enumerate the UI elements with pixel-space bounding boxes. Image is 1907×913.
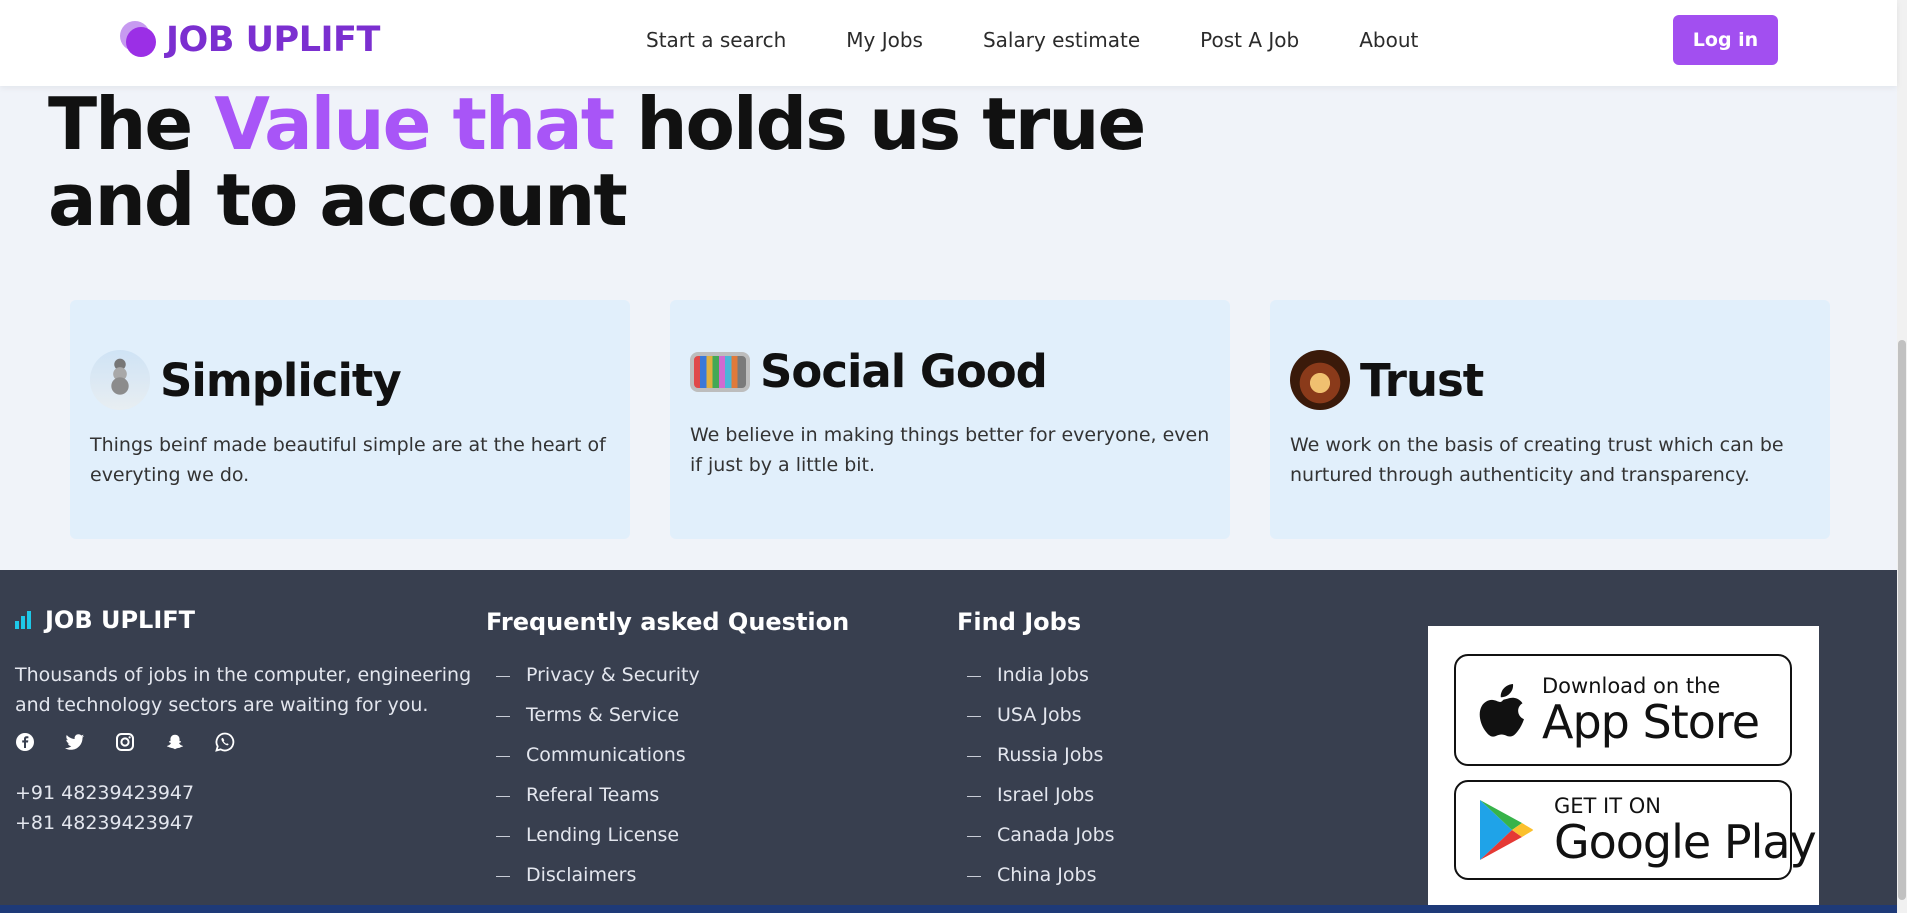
card-title: Trust xyxy=(1360,353,1484,407)
card-title: Social Good xyxy=(760,345,1048,398)
navbar: JOB UPLIFT Start a search My Jobs Salary… xyxy=(0,0,1897,86)
job-link[interactable]: China Jobs xyxy=(957,864,1115,904)
login-button[interactable]: Log in xyxy=(1673,15,1778,65)
job-link[interactable]: Russia Jobs xyxy=(957,744,1115,784)
nav-about[interactable]: About xyxy=(1359,28,1418,52)
apple-icon xyxy=(1478,680,1530,740)
faq-link[interactable]: Communications xyxy=(486,744,700,784)
trust-icon xyxy=(1290,350,1350,410)
value-card-social-good: Social Good We believe in making things … xyxy=(670,300,1230,539)
heading-part-1: The xyxy=(48,82,215,166)
stones-icon xyxy=(90,350,150,410)
google-play-icon xyxy=(1478,798,1534,862)
bar-chart-icon xyxy=(15,611,33,629)
people-icon xyxy=(690,351,750,392)
brand-name: JOB UPLIFT xyxy=(166,20,380,60)
dash-icon xyxy=(967,876,981,877)
faq-link[interactable]: Lending License xyxy=(486,824,700,864)
taskbar-edge xyxy=(0,905,1897,913)
dash-icon xyxy=(496,716,510,717)
google-play-label: Google Play xyxy=(1554,815,1817,869)
page-scrollbar[interactable] xyxy=(1897,0,1907,913)
card-text: Things beinf made beautiful simple are a… xyxy=(90,434,606,486)
card-text: We work on the basis of creating trust w… xyxy=(1290,434,1784,486)
dash-icon xyxy=(496,836,510,837)
footer-description: Thousands of jobs in the computer, engin… xyxy=(15,664,472,716)
job-link[interactable]: Israel Jobs xyxy=(957,784,1115,824)
nav-start-search[interactable]: Start a search xyxy=(646,28,786,52)
main-nav: Start a search My Jobs Salary estimate P… xyxy=(646,0,1478,80)
nav-my-jobs[interactable]: My Jobs xyxy=(846,28,923,52)
app-store-button[interactable]: Download on the App Store xyxy=(1454,654,1792,766)
brand-logo-link[interactable]: JOB UPLIFT xyxy=(120,20,380,60)
faq-heading: Frequently asked Question xyxy=(486,608,850,636)
faq-list: Privacy & Security Terms & Service Commu… xyxy=(486,664,700,904)
dash-icon xyxy=(967,756,981,757)
footer-brand-name: JOB UPLIFT xyxy=(45,606,196,634)
faq-link[interactable]: Referal Teams xyxy=(486,784,700,824)
heading-accent: Value that xyxy=(214,82,615,166)
value-card-trust: Trust We work on the basis of creating t… xyxy=(1270,300,1830,539)
card-text: We believe in making things better for e… xyxy=(690,424,1210,476)
whatsapp-icon[interactable] xyxy=(215,732,235,752)
google-play-button[interactable]: GET IT ON Google Play xyxy=(1454,780,1817,880)
phone-number[interactable]: +81 48239423947 xyxy=(15,812,194,834)
job-link[interactable]: Canada Jobs xyxy=(957,824,1115,864)
snapchat-icon[interactable] xyxy=(165,732,185,752)
find-jobs-list: India Jobs USA Jobs Russia Jobs Israel J… xyxy=(957,664,1115,904)
value-card-simplicity: Simplicity Things beinf made beautiful s… xyxy=(70,300,630,539)
footer-brand[interactable]: JOB UPLIFT xyxy=(15,606,195,634)
faq-link[interactable]: Privacy & Security xyxy=(486,664,700,704)
dash-icon xyxy=(496,876,510,877)
nav-post-job[interactable]: Post A Job xyxy=(1200,28,1299,52)
job-link[interactable]: India Jobs xyxy=(957,664,1115,704)
dash-icon xyxy=(967,836,981,837)
dash-icon xyxy=(967,716,981,717)
faq-link[interactable]: Disclaimers xyxy=(486,864,700,904)
card-title: Simplicity xyxy=(160,353,402,407)
job-link[interactable]: USA Jobs xyxy=(957,704,1115,744)
dash-icon xyxy=(967,676,981,677)
dash-icon xyxy=(496,796,510,797)
find-jobs-heading: Find Jobs xyxy=(957,608,1082,636)
nav-salary-estimate[interactable]: Salary estimate xyxy=(983,28,1140,52)
app-store-label: App Store xyxy=(1542,695,1760,749)
instagram-icon[interactable] xyxy=(115,732,135,752)
scrollbar-thumb[interactable] xyxy=(1898,340,1906,900)
footer: JOB UPLIFT Thousands of jobs in the comp… xyxy=(0,570,1897,913)
dash-icon xyxy=(967,796,981,797)
twitter-icon[interactable] xyxy=(65,732,85,752)
dash-icon xyxy=(496,756,510,757)
phone-number[interactable]: +91 48239423947 xyxy=(15,782,194,804)
social-links xyxy=(15,732,265,752)
dash-icon xyxy=(496,676,510,677)
facebook-icon[interactable] xyxy=(15,732,35,752)
faq-link[interactable]: Terms & Service xyxy=(486,704,700,744)
logo-icon xyxy=(120,21,158,59)
app-download-box: Download on the App Store GET IT ON Goog… xyxy=(1428,626,1819,906)
values-heading: The Value that holds us true and to acco… xyxy=(48,86,1148,238)
